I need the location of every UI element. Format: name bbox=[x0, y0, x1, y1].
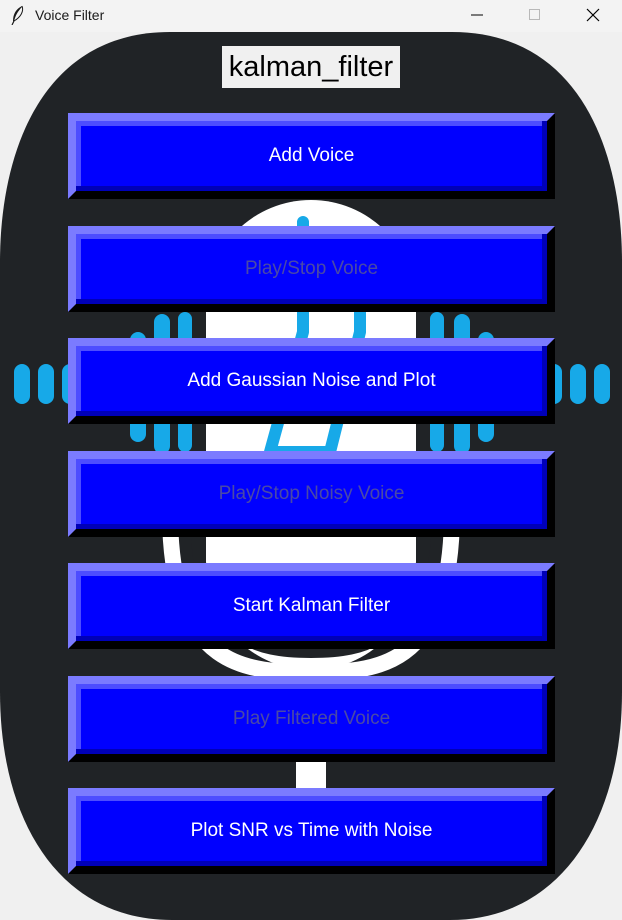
feather-icon bbox=[11, 5, 24, 25]
plot-snr-button[interactable]: Plot SNR vs Time with Noise bbox=[68, 788, 555, 874]
minimize-icon bbox=[471, 14, 483, 16]
play-stop-voice-button[interactable]: Play/Stop Voice bbox=[68, 226, 555, 312]
page-title: kalman_filter bbox=[222, 46, 400, 88]
play-stop-noisy-voice-button[interactable]: Play/Stop Noisy Voice bbox=[68, 451, 555, 537]
play-filtered-voice-button[interactable]: Play Filtered Voice bbox=[68, 676, 555, 762]
close-icon bbox=[586, 8, 600, 22]
maximize-icon bbox=[529, 9, 540, 20]
add-voice-button[interactable]: Add Voice bbox=[68, 113, 555, 199]
main-panel: kalman_filter Add Voice Play/Stop Voice … bbox=[0, 32, 622, 920]
add-gaussian-noise-button[interactable]: Add Gaussian Noise and Plot bbox=[68, 338, 555, 424]
start-kalman-filter-button[interactable]: Start Kalman Filter bbox=[68, 563, 555, 649]
app-window: Voice Filter kalman_filter Add Voice Pla… bbox=[0, 0, 622, 920]
window-title: Voice Filter bbox=[35, 7, 105, 23]
title-bar[interactable]: Voice Filter bbox=[0, 0, 622, 32]
maximize-button[interactable] bbox=[506, 0, 564, 30]
close-button[interactable] bbox=[564, 0, 622, 30]
minimize-button[interactable] bbox=[448, 0, 506, 30]
